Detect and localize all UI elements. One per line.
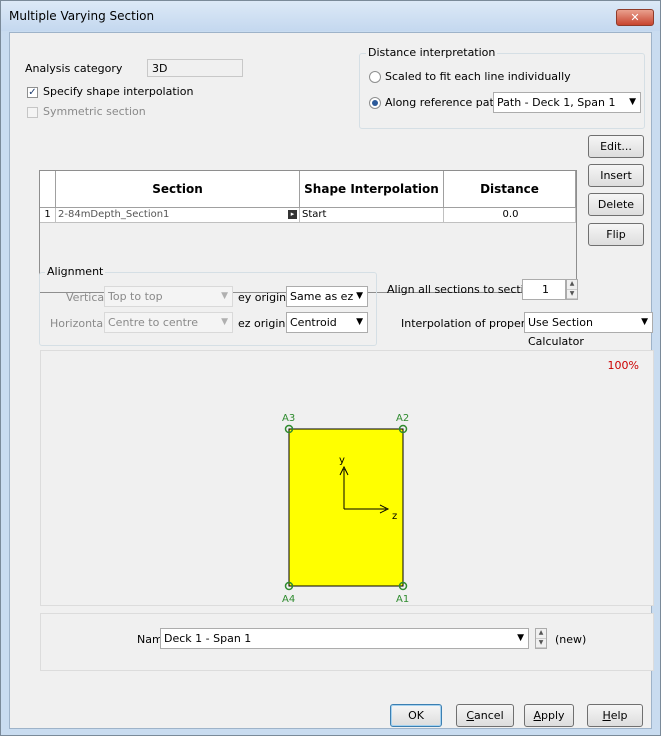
z-axis-label: z (392, 511, 397, 522)
scaled-radio[interactable] (369, 71, 381, 83)
apply-mnemonic: A (533, 709, 541, 722)
new-indicator: (new) (555, 633, 587, 646)
close-button[interactable]: ✕ (616, 9, 654, 26)
horizontal-label: Horizontal (50, 317, 107, 330)
vertical-value: Top to top (108, 290, 163, 303)
analysis-category-field: 3D (147, 59, 243, 77)
title-bar[interactable]: Multiple Varying Section ✕ (1, 1, 660, 31)
point-a1-label: A1 (396, 594, 409, 605)
name-stepper[interactable]: ▲ ▼ (535, 628, 547, 649)
cancel-mnemonic: C (466, 709, 475, 722)
distance-interpretation-legend: Distance interpretation (366, 46, 498, 59)
apply-button[interactable]: Apply (524, 704, 574, 727)
dialog-body: Analysis category 3D ✓ Specify shape int… (9, 32, 654, 729)
ok-button[interactable]: OK (390, 704, 442, 727)
distance-column-header[interactable]: Distance (444, 171, 576, 208)
cancel-label-rest: ancel (474, 709, 504, 722)
chevron-down-icon: ▼ (517, 633, 524, 643)
chevron-down-icon: ▼ (221, 291, 228, 301)
along-path-radio[interactable] (369, 97, 381, 109)
reference-path-value: Path - Deck 1, Span 1 (497, 96, 616, 109)
horizontal-dropdown[interactable]: Centre to centre ▼ (104, 312, 233, 333)
y-axis-label: y (339, 455, 345, 466)
alignment-legend: Alignment (45, 265, 106, 278)
chevron-down-icon: ▼ (221, 317, 228, 327)
ey-origin-label: ey origin (238, 291, 287, 304)
row-number-header (40, 171, 56, 208)
help-mnemonic: H (602, 709, 611, 722)
distance-cell[interactable]: 0.0 (444, 208, 576, 223)
align-all-label: Align all sections to section (387, 283, 538, 296)
chevron-down-icon: ▼ (356, 317, 363, 327)
section-preview[interactable]: 100% y z A3 A2 A4 A1 (40, 350, 654, 606)
horizontal-value: Centre to centre (108, 316, 198, 329)
apply-label-rest: pply (541, 709, 565, 722)
section-drawing: y z A3 A2 A4 A1 (282, 413, 409, 605)
ez-origin-value: Centroid (290, 316, 337, 329)
along-path-radio-label: Along reference path (385, 96, 501, 109)
align-section-value: 1 (542, 283, 549, 296)
alignment-group (39, 272, 377, 346)
section-cell-text: 2-84mDepth_Section1 (58, 209, 170, 220)
symmetric-section-checkbox[interactable] (27, 107, 38, 118)
chevron-down-icon: ▼ (356, 291, 363, 301)
distance-interpretation-group (359, 53, 645, 129)
specify-interpolation-label: Specify shape interpolation (43, 85, 194, 98)
cancel-button[interactable]: Cancel (456, 704, 514, 727)
symmetric-section-label: Symmetric section (43, 105, 146, 118)
name-value: Deck 1 - Span 1 (164, 632, 252, 645)
point-a4-label: A4 (282, 594, 295, 605)
scaled-radio-label: Scaled to fit each line individually (385, 70, 571, 83)
point-a2-label: A2 (396, 413, 409, 424)
flip-button[interactable]: Flip (588, 223, 644, 246)
ez-origin-dropdown[interactable]: Centroid ▼ (286, 312, 368, 333)
align-section-input[interactable]: 1 (522, 279, 566, 300)
ey-origin-dropdown[interactable]: Same as ez ▼ (286, 286, 368, 307)
insert-button[interactable]: Insert (588, 164, 644, 187)
chevron-down-icon: ▼ (639, 313, 648, 332)
window-title: Multiple Varying Section (9, 9, 155, 23)
ey-origin-value: Same as ez (290, 290, 354, 303)
ez-origin-label: ez origin (238, 317, 286, 330)
dialog-window: Multiple Varying Section ✕ Analysis cate… (0, 0, 661, 736)
help-label-rest: elp (610, 709, 628, 722)
name-combo[interactable]: Deck 1 - Span 1 ▼ (160, 628, 529, 649)
vertical-label: Vertical (66, 291, 108, 304)
vertical-dropdown[interactable]: Top to top ▼ (104, 286, 233, 307)
point-a3-label: A3 (282, 413, 295, 424)
specify-interpolation-checkbox[interactable]: ✓ (27, 87, 38, 98)
interp-props-dropdown[interactable]: Use Section Calculator ▼ (524, 312, 653, 348)
chevron-down-icon: ▼ (629, 97, 636, 107)
name-panel: Name Deck 1 - Span 1 ▼ ▲ ▼ (new) (40, 613, 654, 671)
delete-button[interactable]: Delete (588, 193, 644, 216)
row-number-cell: 1 (40, 208, 56, 223)
edit-button[interactable]: Edit... (588, 135, 644, 158)
align-section-stepper[interactable]: ▲ ▼ (566, 279, 578, 300)
browse-icon[interactable]: ▸ (288, 210, 297, 219)
help-button[interactable]: Help (587, 704, 643, 727)
section-cell[interactable]: 2-84mDepth_Section1 ▸ (56, 208, 300, 223)
analysis-category-label: Analysis category (25, 62, 123, 75)
reference-path-dropdown[interactable]: Path - Deck 1, Span 1 ▼ (493, 92, 641, 113)
interp-props-value: Use Section Calculator (528, 316, 593, 348)
shape-interpolation-column-header[interactable]: Shape Interpolation (300, 171, 444, 208)
interpolation-cell[interactable]: Start (300, 208, 444, 223)
section-column-header[interactable]: Section (56, 171, 300, 208)
